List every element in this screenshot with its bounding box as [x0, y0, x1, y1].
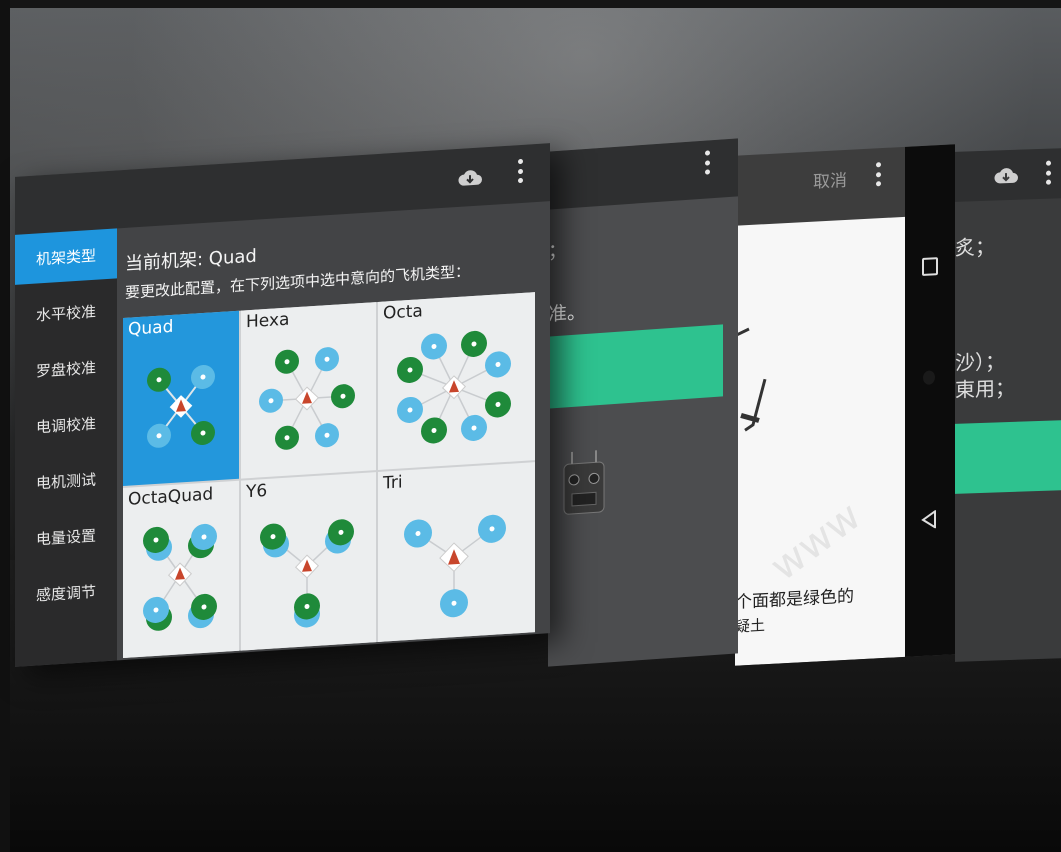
screen-radio-calibration: ； 准。: [548, 138, 738, 667]
cancel-button[interactable]: 取消: [813, 166, 847, 193]
frame-type-grid: Quad Hexa Octa OctaQuad Y6 Tri: [123, 292, 535, 659]
frame-option-y6[interactable]: Y6: [241, 472, 376, 651]
y6-diagram-icon: [260, 519, 354, 628]
info-text: 炙；: [955, 234, 995, 260]
current-frame-label: 当前机架: Quad: [125, 245, 257, 275]
sidebar-item-motor-test[interactable]: 电机测试: [15, 452, 117, 508]
info-text: 沙）；: [955, 349, 1005, 375]
overflow-menu-icon[interactable]: [1045, 160, 1051, 185]
frame-option-tri[interactable]: Tri: [378, 462, 535, 642]
square-nav-icon[interactable]: [922, 257, 938, 276]
sidebar-item-battery-settings[interactable]: 电量设置: [15, 508, 117, 564]
app-bar: [548, 138, 738, 210]
action-button[interactable]: [955, 420, 1061, 494]
app-bar: [955, 148, 1061, 202]
hexa-diagram-icon: [259, 347, 355, 450]
overflow-menu-icon[interactable]: [517, 158, 523, 184]
system-nav-bar: [905, 144, 955, 657]
info-text: 准。: [548, 300, 587, 326]
cloud-download-icon[interactable]: [457, 167, 483, 187]
remote-controller-icon: [563, 450, 605, 515]
sidebar-item-sensitivity[interactable]: 感度调节: [15, 564, 117, 620]
svg-text:www: www: [762, 493, 869, 590]
settings-sidebar: 机架类型 水平校准 罗盘校准 电调校准 电机测试 电量设置 感度调节: [15, 228, 117, 667]
sidebar-item-esc-calibration[interactable]: 电调校准: [15, 396, 117, 452]
sidebar-item-frame-type[interactable]: 机架类型: [15, 228, 117, 285]
sidebar-item-level-calibration[interactable]: 水平校准: [15, 284, 117, 340]
video-area[interactable]: www 个面都是绿色的 疑土: [735, 216, 905, 666]
octaquad-diagram-icon: [143, 523, 217, 631]
frame-option-quad[interactable]: Quad: [123, 310, 239, 487]
back-nav-icon[interactable]: [921, 510, 937, 530]
calibrate-button[interactable]: [548, 324, 723, 409]
frame-option-hexa[interactable]: Hexa: [241, 302, 376, 479]
screen-frame-type: 机架类型 水平校准 罗盘校准 电调校准 电机测试 电量设置 感度调节 当前机架:…: [15, 143, 550, 667]
screen-tutorial-video: 取消 www 个面都是绿色的 疑土: [735, 144, 955, 666]
overflow-menu-icon[interactable]: [875, 162, 881, 187]
home-nav-icon[interactable]: [923, 370, 935, 385]
sidebar-item-compass-calibration[interactable]: 罗盘校准: [15, 340, 117, 396]
cloud-download-icon[interactable]: [993, 166, 1019, 185]
octa-diagram-icon: [397, 330, 511, 444]
overflow-menu-icon[interactable]: [704, 150, 710, 175]
screen-calibration-info: 炙； 沙）； 東用；: [955, 148, 1061, 662]
video-caption: 疑土: [735, 616, 766, 636]
info-text: ；: [548, 239, 568, 263]
frame-option-octa[interactable]: Octa: [378, 292, 535, 470]
quad-diagram-icon: [147, 364, 215, 448]
tri-diagram-icon: [404, 514, 506, 618]
info-text: 東用；: [955, 375, 1015, 402]
image-border: [0, 0, 10, 852]
image-border: [0, 0, 1061, 8]
frame-option-octaquad[interactable]: OctaQuad: [123, 480, 239, 659]
